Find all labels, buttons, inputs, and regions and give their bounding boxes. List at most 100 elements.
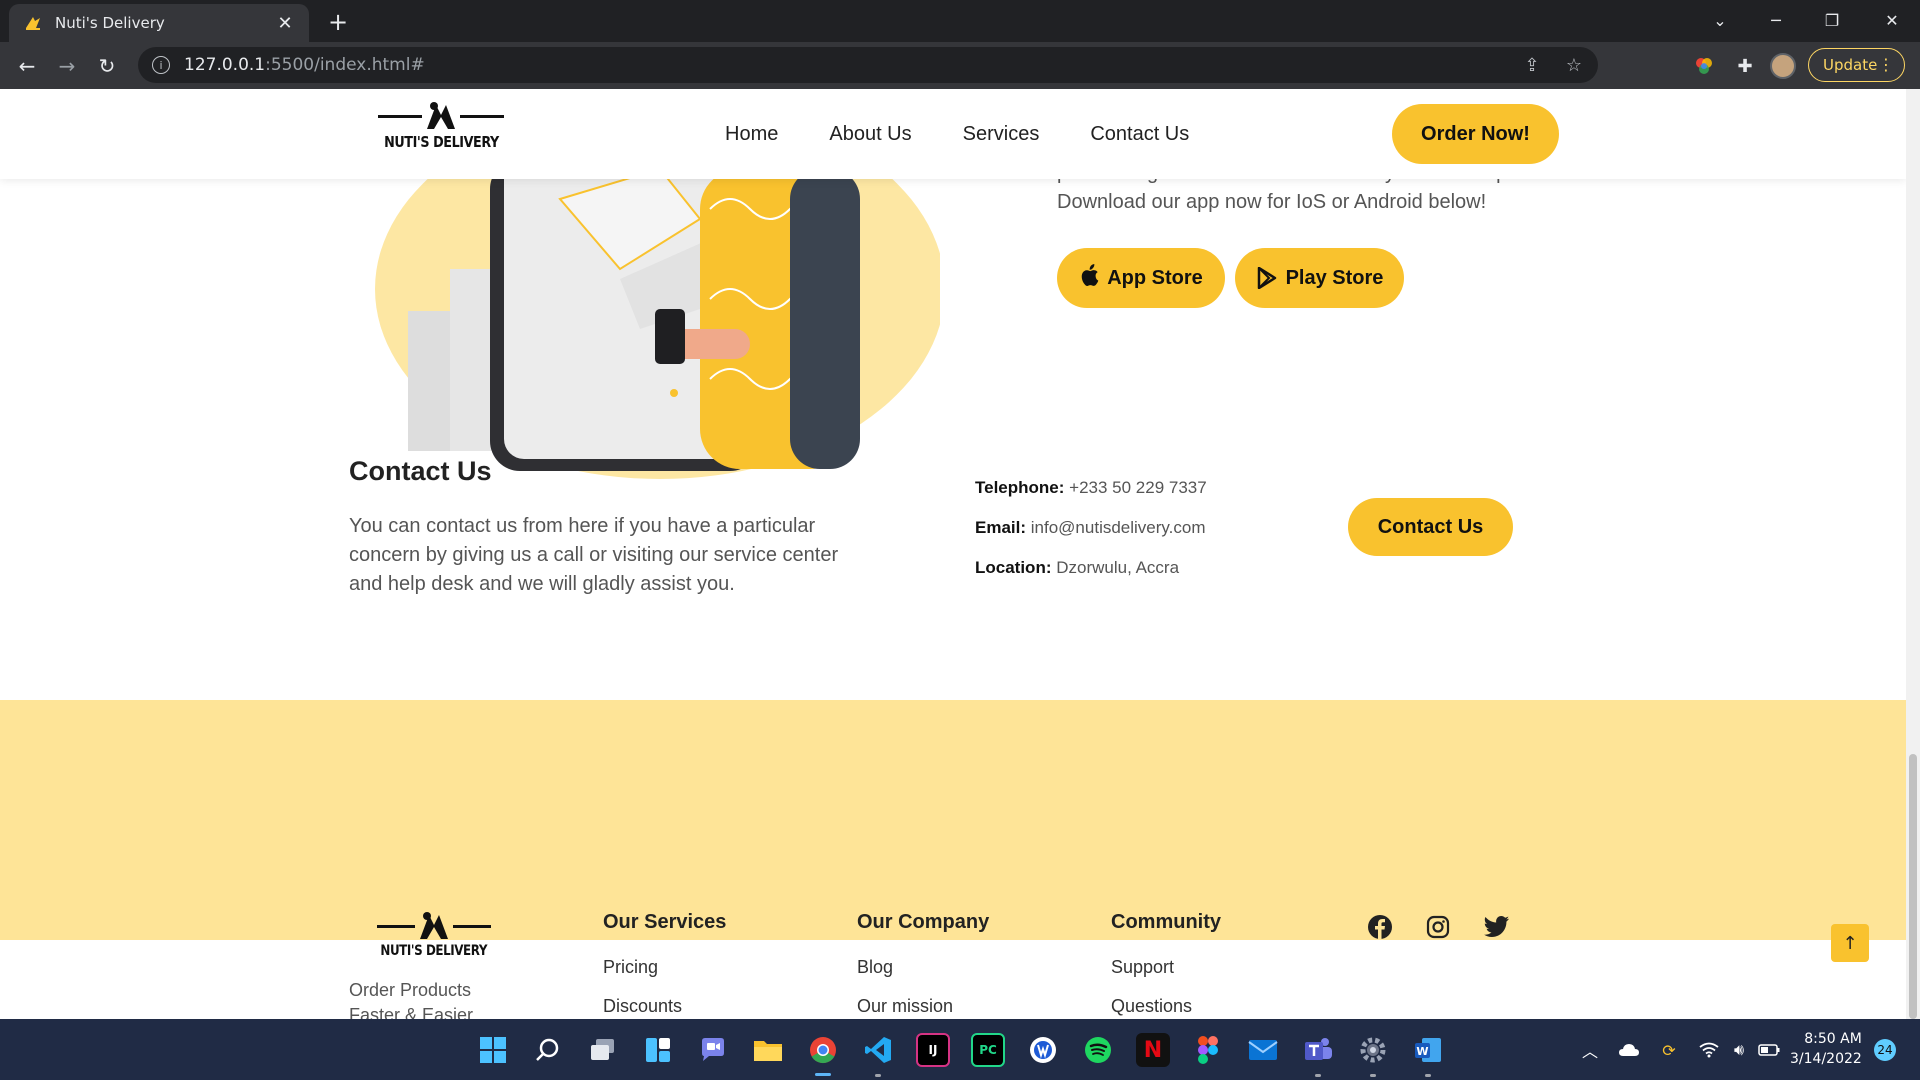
contact-us-button[interactable]: Contact Us — [1348, 498, 1513, 556]
logo-glyph-icon — [419, 912, 448, 939]
figma-icon[interactable] — [1191, 1033, 1225, 1067]
bookmark-star-icon[interactable]: ☆ — [1556, 47, 1592, 83]
browser-toolbar: ← → ↻ i 127.0.0.1:5500/index.html# ⇪ ☆ ✚… — [0, 42, 1920, 89]
url-path: :5500/index.html# — [265, 55, 425, 75]
nav-services[interactable]: Services — [963, 123, 1040, 146]
teams-icon[interactable] — [1301, 1033, 1335, 1067]
instagram-icon[interactable] — [1424, 913, 1452, 941]
logo-bar — [460, 114, 505, 118]
apple-icon — [1079, 264, 1099, 292]
email-label: Email: — [975, 518, 1027, 537]
share-icon[interactable]: ⇪ — [1514, 47, 1550, 83]
arrow-up-icon: ↑ — [1842, 932, 1858, 954]
nav-contact-us[interactable]: Contact Us — [1090, 123, 1189, 146]
url-host: 127.0.0.1 — [184, 55, 266, 75]
intellij-icon[interactable]: IJ — [916, 1033, 950, 1067]
show-hidden-icons-icon[interactable]: ︿ — [1577, 1037, 1603, 1063]
footer-link-discounts[interactable]: Discounts — [603, 996, 682, 1017]
running-app-indicator — [875, 1074, 881, 1077]
extensions-puzzle-icon[interactable]: ✚ — [1729, 50, 1761, 82]
menu-dots-icon[interactable]: ⋮ — [1878, 55, 1894, 74]
tagline-line1: Order Products — [349, 980, 472, 1000]
running-app-indicator — [1370, 1074, 1376, 1077]
play-store-button[interactable]: Play Store — [1235, 248, 1404, 308]
vscode-icon[interactable] — [861, 1033, 895, 1067]
app-store-button[interactable]: App Store — [1057, 248, 1225, 308]
footer — [0, 700, 1906, 940]
footer-link-support[interactable]: Support — [1111, 957, 1174, 978]
restore-icon[interactable]: ❐ — [1804, 0, 1860, 40]
minimize-icon[interactable]: ─ — [1748, 0, 1804, 40]
pycharm-icon[interactable]: PC — [971, 1033, 1005, 1067]
word-icon[interactable]: W — [1411, 1033, 1445, 1067]
search-icon[interactable] — [531, 1033, 565, 1067]
battery-icon[interactable] — [1756, 1037, 1782, 1063]
footer-link-questions[interactable]: Questions — [1111, 996, 1192, 1017]
sync-icon[interactable]: ⟳ — [1656, 1037, 1682, 1063]
play-store-label: Play Store — [1285, 266, 1384, 289]
windows-start-icon[interactable] — [476, 1033, 510, 1067]
color-extension-icon[interactable] — [1688, 50, 1720, 82]
location-label: Location: — [975, 558, 1052, 577]
page-scrollbar[interactable] — [1906, 89, 1920, 1019]
footer-link-our-mission[interactable]: Our mission — [857, 996, 953, 1017]
order-now-button[interactable]: Order Now! — [1392, 104, 1559, 164]
svg-text:W: W — [1416, 1045, 1428, 1058]
app-blue-circle-icon[interactable] — [1026, 1033, 1060, 1067]
back-icon[interactable]: ← — [11, 50, 43, 82]
logo-bar — [376, 924, 415, 928]
nav-links: Home About Us Services Contact Us — [725, 123, 1189, 146]
footer-logo[interactable]: NUTI'S DELIVERY — [371, 911, 496, 959]
mail-icon[interactable] — [1246, 1033, 1280, 1067]
notification-badge[interactable]: 24 — [1874, 1039, 1896, 1061]
contact-title: Contact Us — [349, 456, 492, 486]
scroll-to-top-button[interactable]: ↑ — [1831, 924, 1869, 962]
site-favicon-icon — [23, 13, 43, 33]
footer-link-blog[interactable]: Blog — [857, 957, 893, 978]
address-bar[interactable]: i 127.0.0.1:5500/index.html# ⇪ ☆ — [138, 47, 1598, 83]
tab-search-icon[interactable]: ⌄ — [1692, 0, 1748, 40]
nav-home[interactable]: Home — [725, 123, 778, 146]
update-label: Update — [1823, 56, 1878, 74]
telephone-label: Telephone: — [975, 478, 1065, 497]
teams-chat-icon[interactable] — [696, 1033, 730, 1067]
update-button[interactable]: Update ⋮ — [1808, 48, 1905, 82]
logo-glyph-icon — [427, 102, 456, 129]
system-clock[interactable]: 8:50 AM 3/14/2022 — [1790, 1029, 1862, 1069]
settings-gear-icon[interactable] — [1356, 1033, 1390, 1067]
netflix-icon[interactable]: N — [1136, 1033, 1170, 1067]
site-logo[interactable]: NUTI'S DELIVERY — [374, 101, 509, 151]
clock-time: 8:50 AM — [1804, 1031, 1862, 1047]
contact-email: Email: info@nutisdelivery.com — [975, 518, 1206, 538]
file-explorer-icon[interactable] — [751, 1033, 785, 1067]
forward-icon[interactable]: → — [51, 50, 83, 82]
close-window-icon[interactable]: ✕ — [1864, 0, 1920, 40]
reload-icon[interactable]: ↻ — [91, 50, 123, 82]
footer-tagline: Order Products Faster & Easier — [349, 978, 473, 1019]
delivery-illustration — [375, 179, 940, 479]
spotify-icon[interactable] — [1081, 1033, 1115, 1067]
chrome-icon[interactable] — [806, 1033, 840, 1067]
contact-telephone: Telephone: +233 50 229 7337 — [975, 478, 1207, 498]
task-view-icon[interactable] — [586, 1033, 620, 1067]
scrollbar-thumb[interactable] — [1909, 754, 1917, 1019]
volume-icon[interactable]: 🔊︎ — [1726, 1037, 1752, 1063]
site-navbar: NUTI'S DELIVERY Home About Us Services C… — [0, 89, 1906, 179]
site-info-icon[interactable]: i — [152, 56, 170, 74]
onedrive-cloud-icon[interactable] — [1616, 1037, 1642, 1063]
nav-about-us[interactable]: About Us — [829, 123, 911, 146]
widgets-icon[interactable] — [641, 1033, 675, 1067]
profile-avatar[interactable] — [1770, 53, 1796, 79]
new-tab-button[interactable]: + — [324, 8, 352, 36]
tab-close-icon[interactable]: ✕ — [275, 13, 295, 34]
contact-description: You can contact us from here if you have… — [349, 515, 839, 595]
browser-tab[interactable]: Nuti's Delivery ✕ — [9, 4, 309, 42]
telephone-value: +233 50 229 7337 — [1069, 478, 1207, 497]
footer-col-company-title: Our Company — [857, 911, 990, 933]
footer-link-pricing[interactable]: Pricing — [603, 957, 658, 978]
facebook-icon[interactable] — [1366, 913, 1394, 941]
wifi-icon[interactable] — [1696, 1037, 1722, 1063]
web-page: product organization or restaurant to yo… — [0, 89, 1906, 1019]
footer-logo-text: NUTI'S DELIVERY — [380, 943, 488, 959]
twitter-icon[interactable] — [1483, 913, 1511, 941]
